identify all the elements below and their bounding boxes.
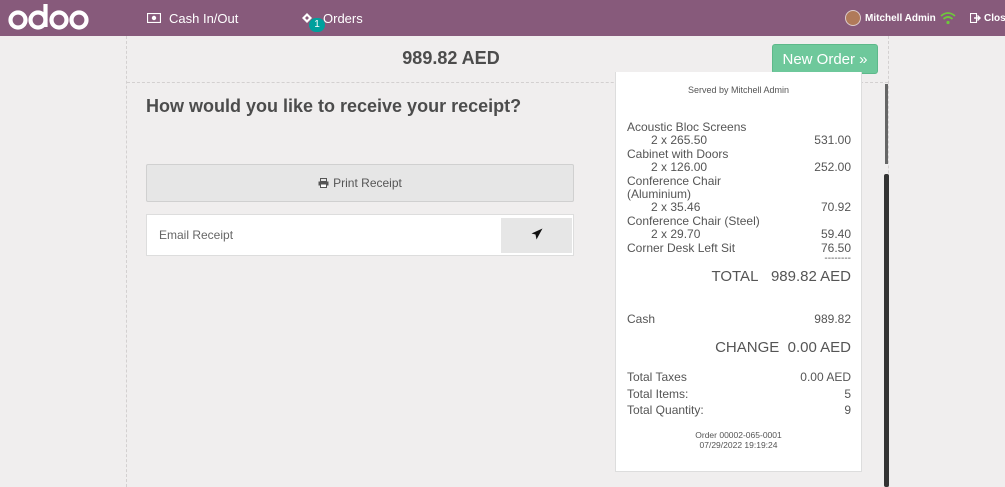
orders-button[interactable]: 1 Orders bbox=[301, 0, 363, 36]
sign-out-icon bbox=[970, 13, 981, 23]
receipt-change: CHANGE 0.00 AED bbox=[715, 339, 851, 356]
close-button[interactable]: Close bbox=[970, 0, 1005, 36]
avatar bbox=[845, 10, 861, 26]
receipt-total: TOTAL 989.82 AED bbox=[711, 268, 851, 285]
orders-count-badge: 1 bbox=[309, 18, 325, 32]
wifi-icon bbox=[940, 12, 956, 25]
served-by: Served by Mitchell Admin bbox=[687, 85, 790, 95]
cash-in-out-label: Cash In/Out bbox=[169, 10, 239, 26]
receipt-preview: Served by Mitchell Admin Acoustic Bloc S… bbox=[615, 72, 862, 472]
print-receipt-label: Print Receipt bbox=[333, 176, 402, 190]
orders-label: Orders bbox=[323, 10, 363, 26]
order-date: 07/29/2022 19:19:24 bbox=[699, 440, 778, 450]
receipt-line-name-cont: (Aluminium) bbox=[627, 187, 692, 202]
receipt-line-detail: 2 x 265.50 531.00 bbox=[651, 133, 851, 148]
receipt-line-name: Conference Chair bbox=[627, 173, 722, 188]
receipt-summary: Total Taxes 0.00 AED Total Items: 5 Total … bbox=[627, 369, 851, 419]
total-taxes-line: Total Taxes 0.00 AED bbox=[627, 370, 851, 384]
receipt-divider: -------- bbox=[824, 253, 851, 265]
total-items-line: Total Items: 5 bbox=[627, 386, 851, 401]
email-receipt-input[interactable] bbox=[147, 215, 500, 255]
user-menu[interactable]: Mitchell Admin bbox=[845, 0, 936, 36]
email-receipt-row bbox=[146, 214, 574, 256]
new-order-button[interactable]: New Order » bbox=[772, 44, 878, 74]
total-quantity-line: Total Quantity: 9 bbox=[627, 403, 851, 417]
receipt-line-name: Cabinet with Doors bbox=[627, 146, 729, 161]
paper-plane-icon bbox=[531, 227, 543, 245]
tickets-icon: 1 bbox=[301, 12, 325, 32]
receipt-line-name: Conference Chair (Steel) bbox=[627, 213, 760, 228]
close-label: Close bbox=[984, 12, 1005, 24]
receipt-lines: Acoustic Bloc Screens 2 x 265.50 531.00 C… bbox=[627, 120, 851, 265]
receipt-line-name: Corner Desk Left Sit 76.50 bbox=[627, 240, 851, 255]
order-amount: 989.82 AED bbox=[402, 48, 500, 68]
receipt-payment: Cash 989.82 bbox=[627, 312, 851, 326]
user-name: Mitchell Admin bbox=[865, 12, 936, 24]
top-bar: Cash In/Out 1 Orders Mitchell Admin Clos… bbox=[0, 0, 1005, 36]
receipt-line-detail: 2 x 29.70 59.40 bbox=[651, 227, 851, 242]
print-receipt-button[interactable]: Print Receipt bbox=[146, 164, 574, 202]
odoo-logo bbox=[8, 4, 89, 30]
order-reference: Order 00002-065-0001 bbox=[695, 430, 782, 440]
receipt-line-detail: 2 x 126.00 252.00 bbox=[651, 160, 851, 175]
scrollbar-thumb[interactable] bbox=[884, 174, 889, 487]
receipt-line-name: Acoustic Bloc Screens bbox=[627, 120, 747, 134]
print-icon bbox=[318, 178, 329, 188]
cash-in-out-button[interactable]: Cash In/Out bbox=[147, 0, 238, 36]
receipt-question: How would you like to receive your recei… bbox=[146, 96, 522, 116]
money-icon bbox=[147, 13, 161, 23]
order-info: Order 00002-065-0001 07/29/2022 19:19:24 bbox=[616, 430, 861, 450]
send-email-button[interactable] bbox=[501, 218, 572, 253]
receipt-line-detail: 2 x 35.46 70.92 bbox=[651, 200, 851, 215]
scrollbar-upper[interactable] bbox=[885, 84, 888, 164]
